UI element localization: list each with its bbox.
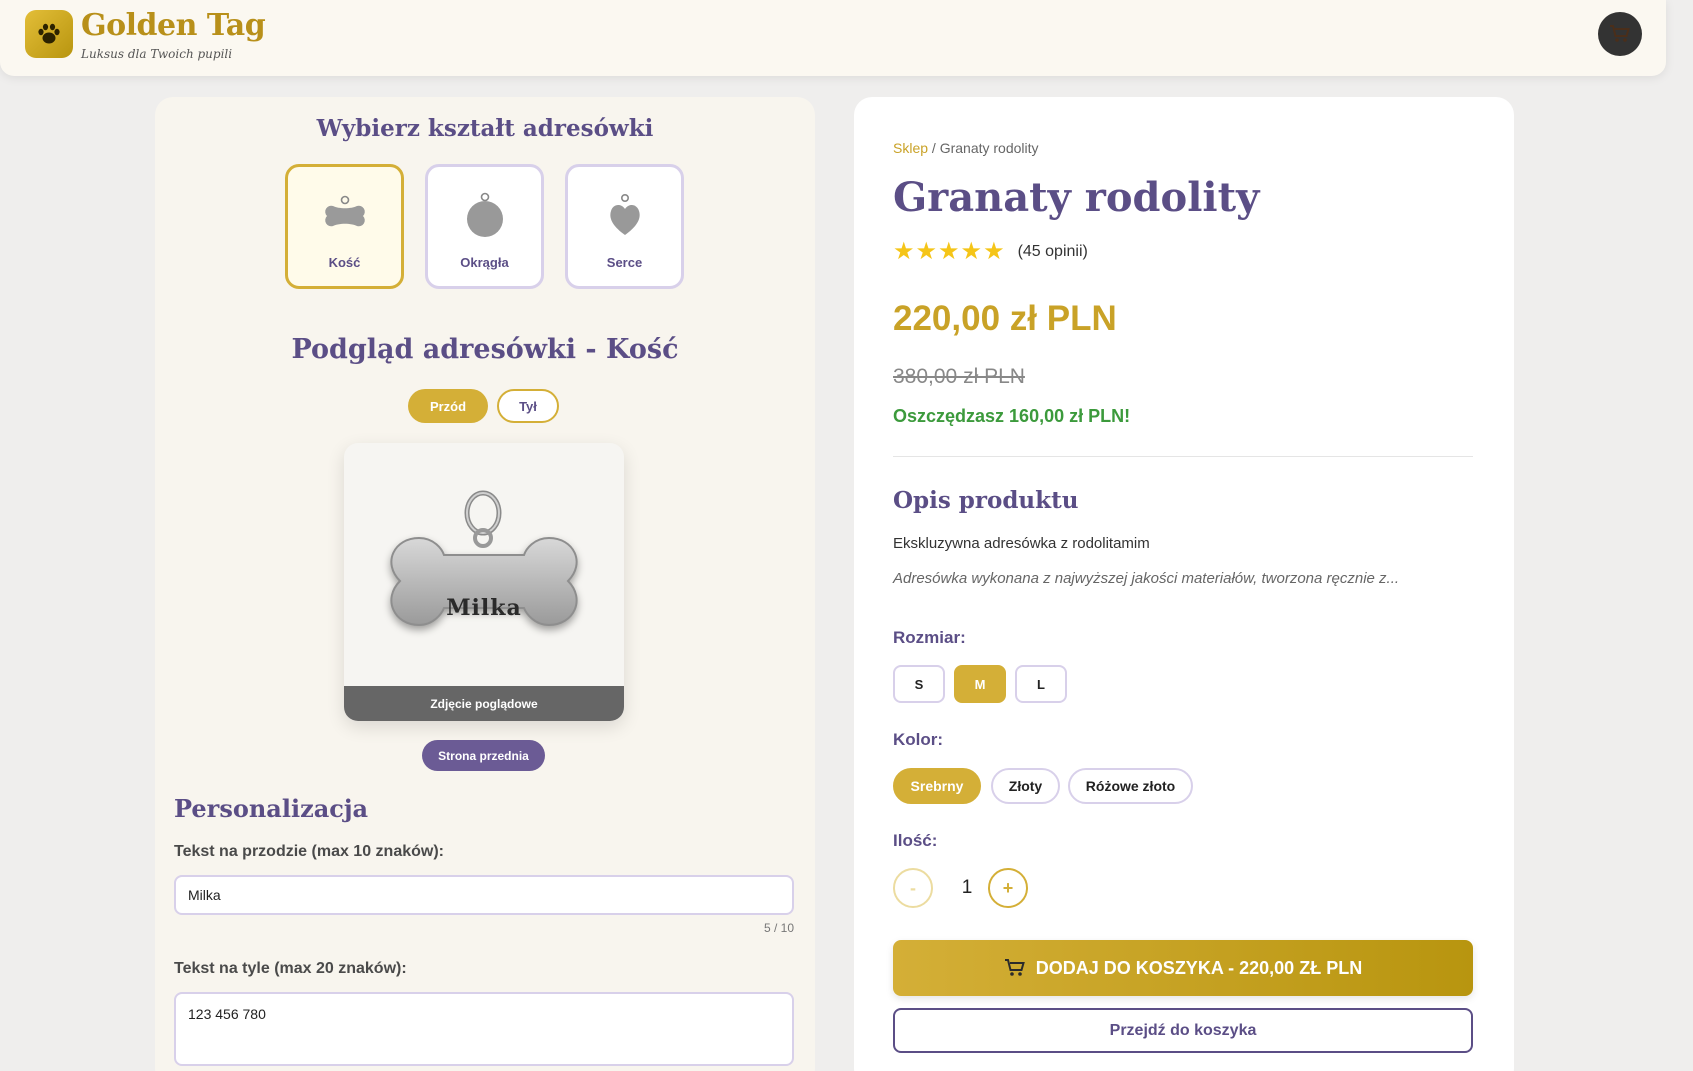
size-option-s[interactable]: S (893, 665, 945, 703)
breadcrumb-current: Granaty rodolity (939, 140, 1039, 156)
description-short: Ekskluzywna adresówka z rodolitamim (893, 535, 1150, 552)
paw-icon (38, 23, 60, 44)
shape-section-title: Wybierz kształt adresówki (316, 115, 654, 142)
brand-tagline: Luksus dla Twoich pupili (81, 47, 233, 61)
logo[interactable] (25, 10, 73, 58)
color-option-gold[interactable]: Złoty (991, 768, 1060, 804)
color-option-silver[interactable]: Srebrny (893, 768, 981, 804)
shape-label: Kość (328, 255, 361, 270)
bone-shape-icon (324, 195, 365, 227)
shape-option-bone[interactable]: Kość (285, 164, 404, 289)
customizer-panel: Wybierz kształt adresówki Kość Okrągła S… (155, 97, 815, 1071)
go-to-cart-button[interactable]: Przejdź do koszyka (893, 1008, 1473, 1053)
header-cart-button[interactable] (1598, 12, 1642, 56)
personalization-title: Personalizacja (174, 794, 369, 823)
divider (893, 456, 1473, 457)
front-text-label: Tekst na przodzie (max 10 znaków): (174, 843, 444, 860)
quantity-decrease-button[interactable]: - (893, 868, 933, 908)
front-side-button[interactable]: Przód (408, 389, 488, 423)
tag-engraving: Milka (446, 595, 522, 621)
description-title: Opis produktu (893, 487, 1079, 514)
shape-label: Serce (606, 255, 643, 270)
back-text-value: 123 456 780 (188, 1006, 266, 1022)
cart-icon (1610, 25, 1630, 42)
add-to-cart-button[interactable]: DODAJ DO KOSZYKA - 220,00 ZŁ PLN (893, 940, 1473, 996)
current-price: 220,00 zł PLN (893, 299, 1117, 338)
star-icon: ★ (915, 238, 938, 265)
add-to-cart-label: DODAJ DO KOSZYKA - 220,00 ZŁ PLN (1035, 957, 1363, 978)
rating: ★ ★ ★ ★ ★ (45 opinii) (893, 240, 1088, 264)
star-icon: ★ (960, 238, 983, 265)
quantity-increase-button[interactable]: + (988, 868, 1028, 908)
savings-text: Oszczędzasz 160,00 zł PLN! (893, 406, 1131, 426)
color-label: Kolor: (893, 730, 944, 749)
heart-shape-icon (609, 193, 640, 235)
shape-label: Okrągła (460, 255, 509, 270)
star-icon: ★ (938, 238, 960, 265)
brand-name[interactable]: Golden Tag (81, 8, 266, 43)
shape-option-round[interactable]: Okrągła (425, 164, 544, 289)
star-icon: ★ (983, 238, 1005, 265)
front-text-value: Milka (188, 887, 221, 903)
front-text-input[interactable]: Milka (174, 875, 794, 915)
site-header: Golden Tag Luksus dla Twoich pupili (0, 0, 1666, 76)
preview-caption: Zdjęcie poglądowe (344, 686, 624, 721)
side-badge: Strona przednia (422, 740, 545, 771)
color-option-rose-gold[interactable]: Różowe złoto (1068, 768, 1193, 804)
size-label: Rozmiar: (893, 628, 966, 647)
quantity-value: 1 (961, 877, 973, 898)
product-title: Granaty rodolity (893, 174, 1260, 221)
round-shape-icon (466, 192, 503, 237)
product-panel: Sklep / Granaty rodolity Granaty rodolit… (854, 97, 1514, 1071)
star-icon: ★ (893, 238, 915, 265)
preview-title: Podgląd adresówki - Kość (291, 334, 679, 365)
back-side-button[interactable]: Tył (497, 389, 559, 423)
cart-icon (1004, 958, 1026, 978)
breadcrumb: Sklep / Granaty rodolity (893, 140, 1039, 156)
bone-tag-image (390, 490, 578, 627)
shape-option-heart[interactable]: Serce (565, 164, 684, 289)
back-text-input[interactable]: 123 456 780 (174, 992, 794, 1066)
quantity-label: Ilość: (893, 831, 938, 850)
char-counter: 5 / 10 (763, 921, 794, 935)
review-count[interactable]: (45 opinii) (1018, 243, 1088, 261)
tag-preview: Milka Zdjęcie poglądowe (344, 443, 624, 721)
breadcrumb-shop-link[interactable]: Sklep (893, 140, 928, 156)
old-price: 380,00 zł PLN (893, 365, 1025, 388)
description-long: Adresówka wykonana z najwyższej jakości … (893, 570, 1400, 587)
back-text-label: Tekst na tyle (max 20 znaków): (174, 960, 407, 977)
size-option-l[interactable]: L (1015, 665, 1067, 703)
breadcrumb-separator: / (928, 140, 940, 156)
size-option-m[interactable]: M (954, 665, 1006, 703)
